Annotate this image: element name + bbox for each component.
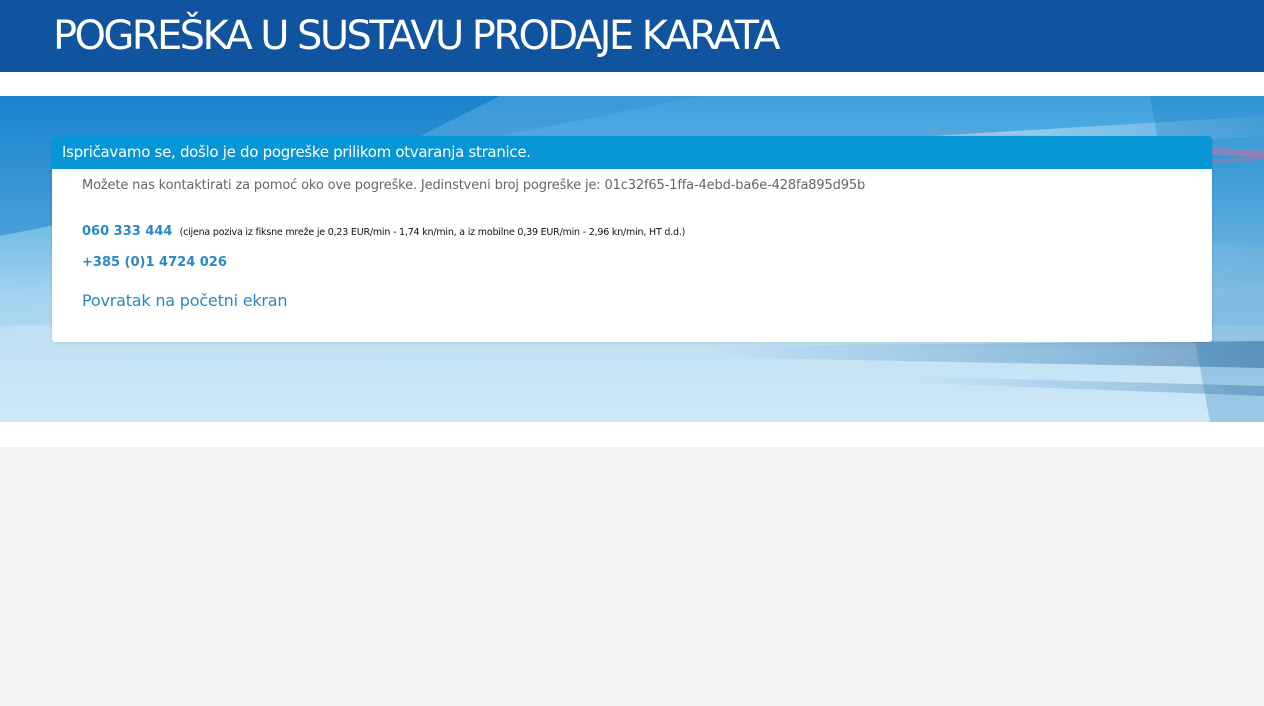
site-header: POGREŠKA U SUSTAVU PRODAJE KARATA [0,0,1264,72]
phone-secondary-line: +385 (0)1 4724 026 [82,251,227,270]
content-spacer [0,422,1264,447]
error-panel-heading: Ispričavamo se, došlo je do pogreške pri… [52,136,1212,169]
phone-secondary-link[interactable]: +385 (0)1 4724 026 [82,255,227,270]
call-price-note: (cijena poziva iz fiksne mreže je 0,23 E… [179,227,686,238]
phone-primary-line: 060 333 444 (cijena poziva iz fiksne mre… [82,220,685,239]
error-panel: Ispričavamo se, došlo je do pogreške pri… [52,136,1212,342]
page-title: POGREŠKA U SUSTAVU PRODAJE KARATA [53,13,781,59]
contact-message: Možete nas kontaktirati za pomoć oko ove… [82,178,866,193]
back-to-home-link[interactable]: Povratak na početni ekran [82,291,288,310]
phone-primary-link[interactable]: 060 333 444 [82,224,172,239]
header-spacer [0,72,1264,96]
